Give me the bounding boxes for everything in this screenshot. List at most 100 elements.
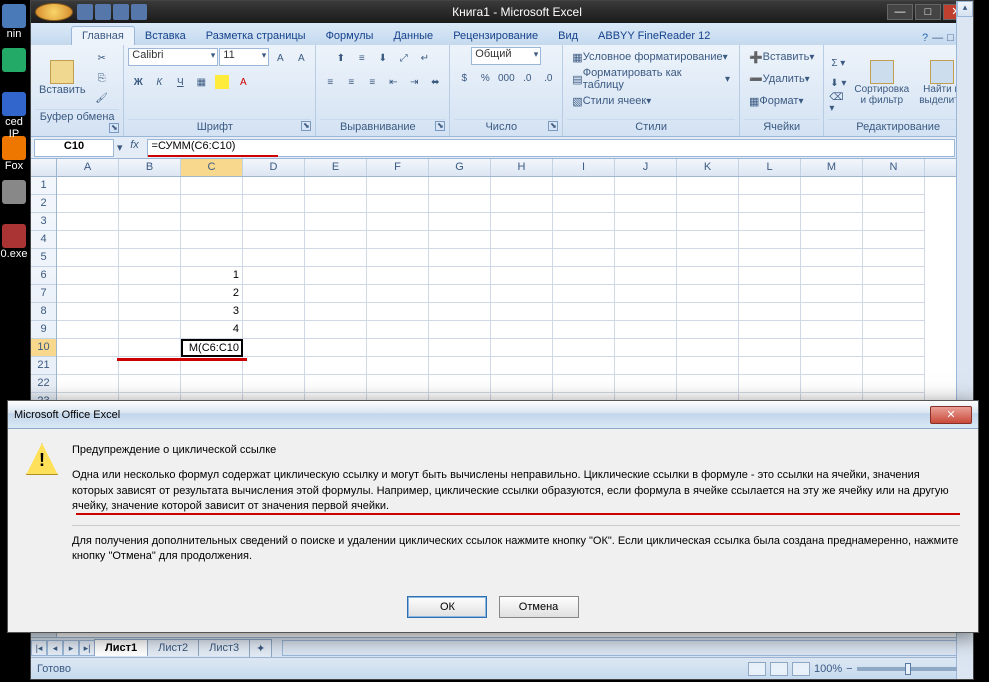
cell[interactable]: [739, 357, 801, 375]
cell[interactable]: [739, 177, 801, 195]
bold-button[interactable]: Ж: [128, 72, 148, 92]
cell[interactable]: [801, 303, 863, 321]
cell[interactable]: [677, 249, 739, 267]
comma-icon[interactable]: 000: [496, 68, 516, 88]
cell[interactable]: [305, 375, 367, 393]
desktop-icon[interactable]: nin: [0, 4, 28, 44]
cell[interactable]: [119, 285, 181, 303]
desktop-icon[interactable]: [0, 180, 28, 220]
cell[interactable]: [119, 321, 181, 339]
row-header[interactable]: 10: [31, 339, 56, 357]
column-header[interactable]: C: [181, 159, 243, 176]
cell[interactable]: [305, 195, 367, 213]
launcher-icon[interactable]: ⬊: [435, 121, 445, 131]
cell[interactable]: [739, 249, 801, 267]
cell[interactable]: [181, 375, 243, 393]
cell[interactable]: [863, 213, 925, 231]
cell[interactable]: [739, 321, 801, 339]
cell[interactable]: [243, 375, 305, 393]
cell[interactable]: [491, 285, 553, 303]
cell[interactable]: [491, 231, 553, 249]
cell[interactable]: [801, 339, 863, 357]
cell[interactable]: [57, 357, 119, 375]
zoom-slider[interactable]: [857, 667, 957, 671]
cancel-button[interactable]: Отмена: [499, 596, 579, 618]
cell[interactable]: [305, 177, 367, 195]
cell[interactable]: [491, 321, 553, 339]
cell[interactable]: 4: [181, 321, 243, 339]
cell[interactable]: 2: [181, 285, 243, 303]
cell-styles-button[interactable]: ▧ Стили ячеек ▾: [567, 91, 656, 111]
cell[interactable]: [677, 321, 739, 339]
cell[interactable]: [119, 249, 181, 267]
cell[interactable]: [553, 375, 615, 393]
font-family-combo[interactable]: Calibri: [128, 48, 218, 66]
cell[interactable]: [801, 285, 863, 303]
cell[interactable]: [863, 267, 925, 285]
formula-bar[interactable]: =СУММ(C6:C10): [147, 139, 956, 157]
cell[interactable]: [429, 195, 491, 213]
cell[interactable]: [305, 303, 367, 321]
cell[interactable]: [429, 303, 491, 321]
cell[interactable]: [429, 249, 491, 267]
cell[interactable]: [677, 357, 739, 375]
cell[interactable]: [243, 303, 305, 321]
view-layout-icon[interactable]: [770, 662, 788, 676]
cell[interactable]: [119, 213, 181, 231]
cell[interactable]: [615, 339, 677, 357]
cell[interactable]: [553, 231, 615, 249]
cell[interactable]: [615, 375, 677, 393]
merge-icon[interactable]: ⬌: [425, 72, 445, 92]
align-middle-icon[interactable]: ≡: [352, 48, 372, 68]
cell[interactable]: [553, 303, 615, 321]
column-header[interactable]: J: [615, 159, 677, 176]
desktop-icon[interactable]: 0.exe: [0, 224, 28, 264]
cell[interactable]: [677, 339, 739, 357]
tab-home[interactable]: Главная: [71, 26, 135, 45]
row-header[interactable]: 1: [31, 177, 56, 195]
cell[interactable]: [553, 177, 615, 195]
cell[interactable]: [367, 177, 429, 195]
format-as-table-button[interactable]: ▤ Форматировать как таблицу ▾: [567, 69, 735, 89]
cell[interactable]: [553, 339, 615, 357]
cell[interactable]: [863, 195, 925, 213]
cut-icon[interactable]: ✂: [92, 48, 112, 68]
cell[interactable]: [305, 231, 367, 249]
cell[interactable]: [119, 375, 181, 393]
cell[interactable]: [119, 303, 181, 321]
delete-cells-button[interactable]: ➖Удалить ▾: [744, 69, 815, 89]
cell[interactable]: [863, 177, 925, 195]
cell[interactable]: [429, 231, 491, 249]
cell[interactable]: [57, 195, 119, 213]
doc-restore-icon[interactable]: □: [947, 32, 954, 45]
cell[interactable]: [429, 177, 491, 195]
cell[interactable]: [677, 267, 739, 285]
align-top-icon[interactable]: ⬆: [331, 48, 351, 68]
cell[interactable]: [367, 321, 429, 339]
autosum-icon[interactable]: Σ ▾: [828, 53, 848, 73]
tab-abbyy[interactable]: ABBYY FineReader 12: [588, 27, 720, 45]
fill-icon[interactable]: ⬇ ▾: [828, 73, 848, 93]
cell[interactable]: [367, 231, 429, 249]
cell[interactable]: [553, 195, 615, 213]
tab-insert[interactable]: Вставка: [135, 27, 196, 45]
format-cells-button[interactable]: ▦Формат ▾: [744, 91, 809, 111]
cell[interactable]: [367, 267, 429, 285]
underline-button[interactable]: Ч: [170, 72, 190, 92]
redo-icon[interactable]: [113, 4, 129, 20]
cell[interactable]: [553, 213, 615, 231]
indent-increase-icon[interactable]: ⇥: [404, 72, 424, 92]
cell[interactable]: [863, 249, 925, 267]
cell[interactable]: [243, 213, 305, 231]
cell[interactable]: [491, 357, 553, 375]
tab-nav-next-icon[interactable]: ▸: [63, 640, 79, 656]
cell[interactable]: [305, 267, 367, 285]
view-normal-icon[interactable]: [748, 662, 766, 676]
cell[interactable]: [677, 195, 739, 213]
cell[interactable]: [491, 267, 553, 285]
cell[interactable]: [243, 195, 305, 213]
cell[interactable]: [801, 177, 863, 195]
cell[interactable]: [739, 375, 801, 393]
cell[interactable]: [305, 357, 367, 375]
cell[interactable]: [801, 267, 863, 285]
